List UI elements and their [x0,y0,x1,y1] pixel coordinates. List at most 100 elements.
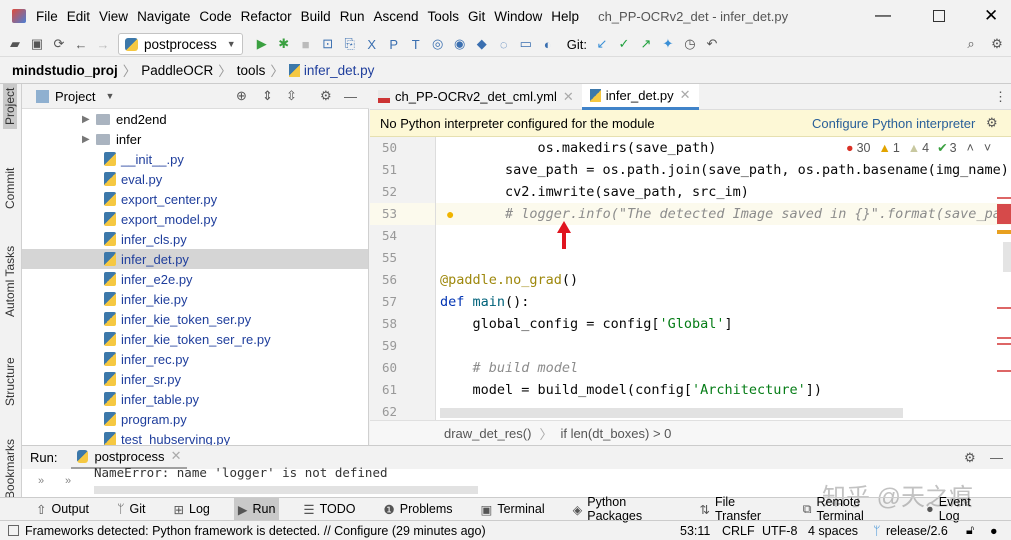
run-output[interactable]: » » NameError: name 'logger' is not defi… [22,465,1011,511]
stop-icon[interactable]: ■ [295,34,317,54]
menu-build[interactable]: Build [301,9,331,24]
close-tab-icon[interactable]: ✕ [171,448,182,464]
breadcrumb-tools[interactable]: tools [237,63,266,78]
git-branch[interactable]: release/2.6 [886,524,948,538]
git-push-icon[interactable]: ↗ [635,34,657,54]
menu-code[interactable]: Code [199,9,231,24]
gear-icon[interactable]: ⚙ [964,450,976,466]
collapse-all-icon[interactable]: ⇳ [286,88,297,104]
menu-navigate[interactable]: Navigate [137,9,190,24]
ascend-tool-5-icon[interactable]: T [405,34,427,54]
hide-icon[interactable]: — [990,450,1003,465]
menu-help[interactable]: Help [551,9,579,24]
ascend-tool-6-icon[interactable]: ◎ [427,34,449,54]
git-update-icon[interactable]: ↙ [591,34,613,54]
close-tab-icon[interactable]: ✕ [563,89,574,105]
tab-yml[interactable]: ch_PP-OCRv2_det_cml.yml ✕ [370,84,582,110]
menu-view[interactable]: View [99,9,128,24]
ascend-tool-11-icon[interactable]: ◐ [537,34,559,54]
tree-item[interactable]: export_model.py [22,209,368,229]
git-merge-icon[interactable]: ✦ [657,34,679,54]
tree-item[interactable]: infer_cls.py [22,229,368,249]
line-separator[interactable]: CRLF [722,524,755,538]
search-icon[interactable]: ⌕ [960,34,982,54]
tree-item[interactable]: infer_rec.py [22,349,368,369]
ascend-tool-3-icon[interactable]: X [361,34,383,54]
tree-item[interactable]: infer_table.py [22,389,368,409]
chevron-right-icon[interactable]: ▶ [82,114,96,125]
menu-refactor[interactable]: Refactor [241,9,292,24]
console-scrollbar[interactable] [94,486,478,494]
sync-icon[interactable]: ⟳ [48,34,70,54]
chevron-right-icon[interactable]: ▶ [82,134,96,145]
tool-window-git[interactable]: ᛘ Git [113,498,150,521]
close-tab-icon[interactable]: ✕ [680,87,691,103]
hide-icon[interactable]: — [344,89,357,104]
tool-structure[interactable]: Structure [3,357,17,406]
tree-item[interactable]: infer_det.py [22,249,368,269]
tool-window-file-transfer[interactable]: ⇅ File Transfer [696,495,779,523]
menu-git[interactable]: Git [468,9,485,24]
ascend-tool-1-icon[interactable]: ⊡ [317,34,339,54]
chevron-down-icon[interactable]: ▼ [105,91,114,101]
tree-item[interactable]: __init__.py [22,149,368,169]
locate-icon[interactable]: ⊕ [236,88,247,104]
expand-icon[interactable]: » [65,475,71,487]
run-config-select[interactable]: postprocess ▼ [118,33,243,55]
more-tabs-icon[interactable]: ⋮ [994,89,1007,105]
debug-icon[interactable]: ✱ [273,34,295,54]
menu-window[interactable]: Window [494,9,542,24]
tool-commit[interactable]: Commit [3,168,17,209]
tool-window-terminal[interactable]: ▣ Terminal [477,498,549,521]
run-icon[interactable]: ▶ [251,34,273,54]
prev-highlight-icon[interactable]: ˄ [967,141,974,155]
back-icon[interactable]: ← [70,34,92,54]
git-commit-icon[interactable]: ✓ [613,34,635,54]
breadcrumb-file[interactable]: infer_det.py [304,63,375,78]
ascend-tool-4-icon[interactable]: P [383,34,405,54]
ascend-tool-9-icon[interactable]: ◌ [493,34,515,54]
tool-project[interactable]: Project [3,83,17,129]
status-message[interactable]: Frameworks detected: Python framework is… [25,524,486,538]
event-icon[interactable]: ● [990,524,998,538]
tree-item[interactable]: infer_kie_token_ser_re.py [22,329,368,349]
close-window-button[interactable]: ✕ [984,6,998,26]
breadcrumb-paddleocr[interactable]: PaddleOCR [141,63,213,78]
project-panel-title[interactable]: Project [55,89,95,104]
next-highlight-icon[interactable]: ˅ [984,141,991,155]
tab-infer-det[interactable]: infer_det.py ✕ [581,83,699,110]
inspection-widget[interactable]: ● 30 ▲ 1 ▲ 4 ✔ 3 ˄ ˅ [842,140,996,155]
tool-window-run[interactable]: ▶ Run [233,497,280,521]
breadcrumb-project[interactable]: mindstudio_proj [12,63,118,78]
expand-icon[interactable]: » [38,475,44,487]
ascend-tool-10-icon[interactable]: ▭ [515,34,537,54]
save-icon[interactable]: ▣ [26,34,48,54]
tool-window-python-packages[interactable]: ◈ Python Packages [569,495,676,523]
tool-window-problems[interactable]: ❶ Problems [380,498,457,521]
maximize-button[interactable] [933,10,945,22]
code-editor[interactable]: os.makedirs(save_path) save_path = os.pa… [436,137,1011,420]
gear-icon[interactable]: ⚙ [986,115,998,131]
file-encoding[interactable]: UTF-8 [762,524,797,538]
expand-all-icon[interactable]: ⇕ [262,88,273,104]
configure-interpreter-link[interactable]: Configure Python interpreter [812,116,975,131]
open-icon[interactable]: ▰ [4,34,26,54]
ascend-tool-8-icon[interactable]: ◆ [471,34,493,54]
tree-item[interactable]: ▶ infer [22,129,368,149]
tool-window-event-log[interactable]: ● Event Log [922,495,991,523]
tool-window-log[interactable]: ⊞ Log [170,498,214,521]
ascend-tool-7-icon[interactable]: ◉ [449,34,471,54]
menu-edit[interactable]: Edit [67,9,90,24]
menu-tools[interactable]: Tools [428,9,460,24]
tree-item[interactable]: eval.py [22,169,368,189]
history-icon[interactable]: ◷ [679,34,701,54]
tree-item[interactable]: test_hubserving.py [22,429,368,445]
menu-file[interactable]: File [36,9,58,24]
lightbulb-icon[interactable]: ● [446,206,454,222]
caret-position[interactable]: 53:11 [680,524,710,538]
tree-item[interactable]: program.py [22,409,368,429]
ascend-tool-2-icon[interactable]: ⎘ [339,34,361,54]
tree-item[interactable]: infer_sr.py [22,369,368,389]
tool-window-output[interactable]: ⇧ Output [32,498,93,521]
crumb-function[interactable]: draw_det_res() [444,426,531,441]
